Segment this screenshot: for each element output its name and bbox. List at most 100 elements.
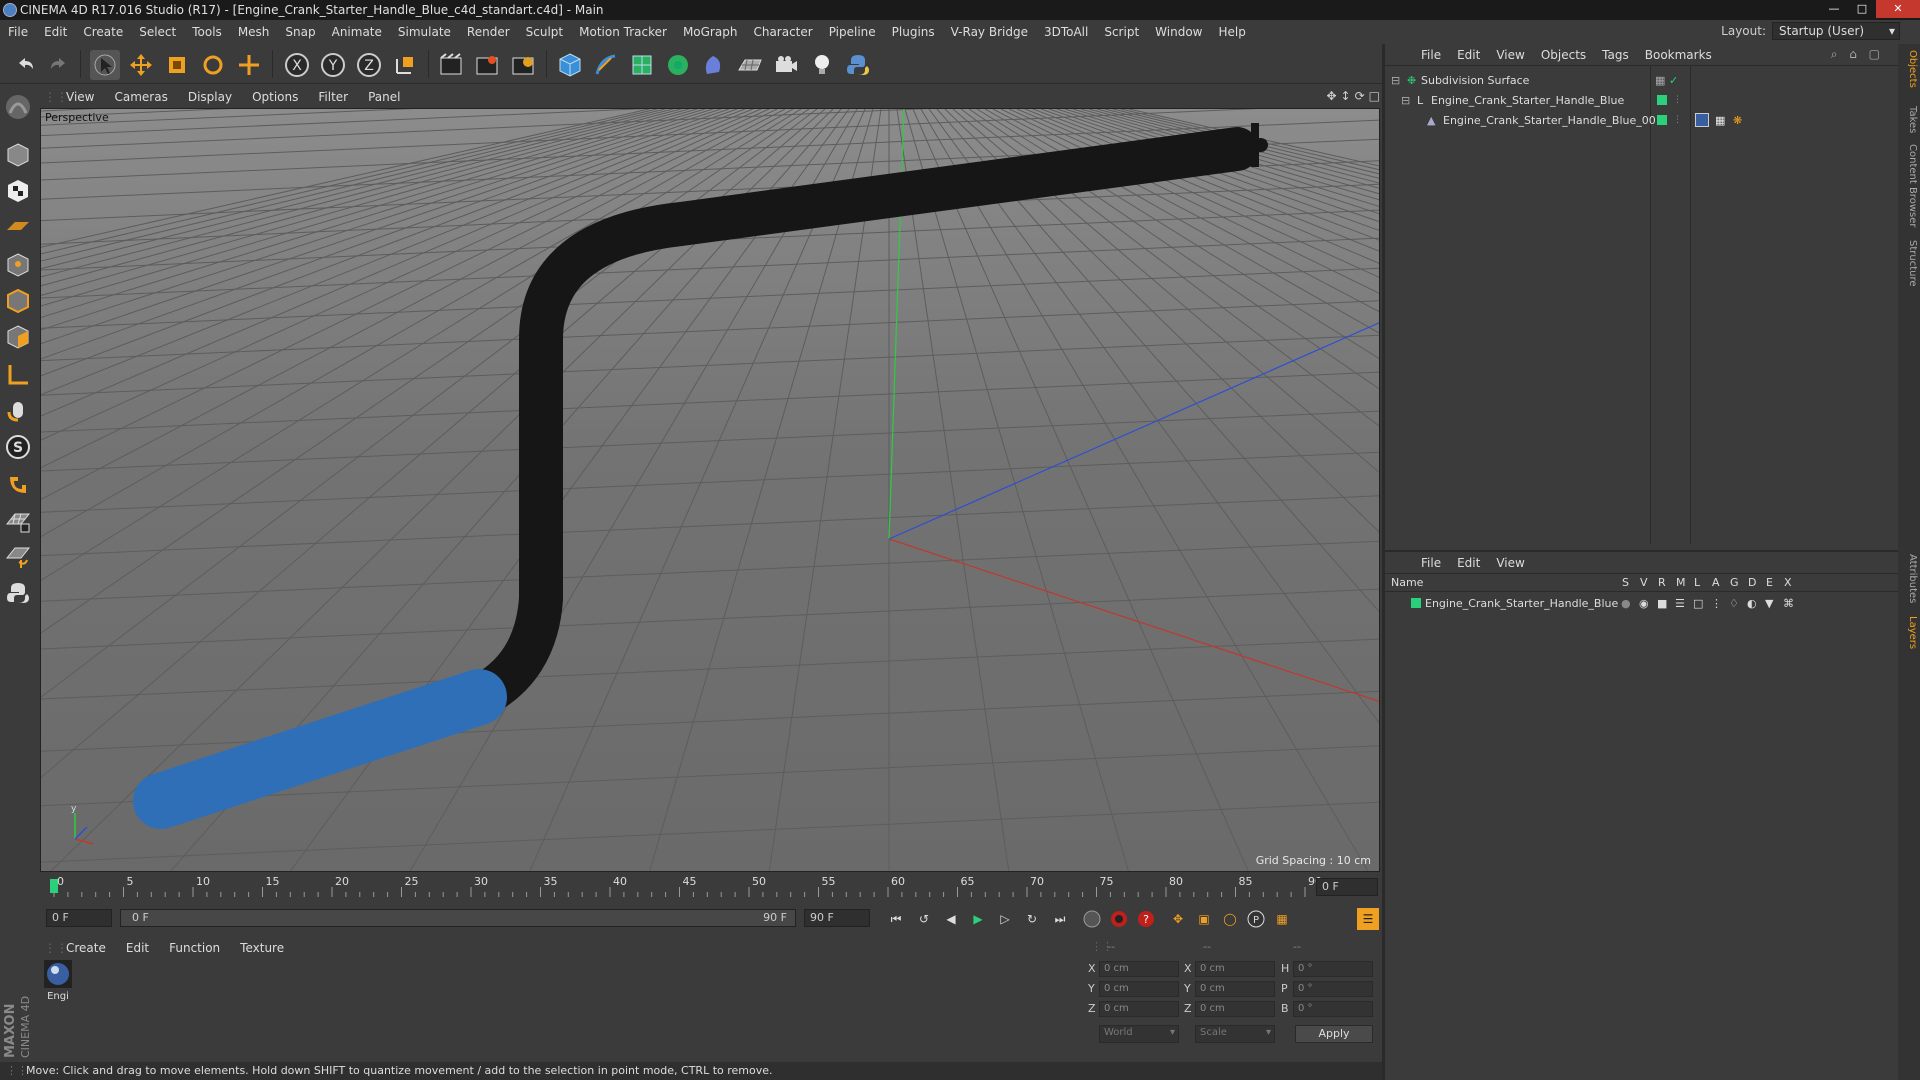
move-icon[interactable] xyxy=(126,50,156,80)
menu-plugins[interactable]: Plugins xyxy=(884,25,943,39)
layout-dropdown[interactable]: Startup (User) ▾ xyxy=(1772,22,1900,40)
object-row[interactable]: ⊟ ❉ Subdivision Surface ▦ ✓ xyxy=(1385,71,1898,90)
menu-3dtoall[interactable]: 3DToAll xyxy=(1036,25,1096,39)
axis-icon[interactable] xyxy=(3,360,33,390)
model-mode-icon[interactable] xyxy=(3,140,33,170)
edges-mode-icon[interactable] xyxy=(3,286,33,316)
size-y-field[interactable]: 0 cm xyxy=(1195,981,1275,997)
objects-menu-edit[interactable]: Edit xyxy=(1449,48,1488,62)
z-axis-icon[interactable]: Z xyxy=(354,50,384,80)
menu-animate[interactable]: Animate xyxy=(324,25,390,39)
start-frame-field[interactable]: 0 F xyxy=(46,909,112,927)
key-pla-icon[interactable]: ▦ xyxy=(1271,908,1293,930)
visibility-dots-icon[interactable]: ⋮ xyxy=(1673,111,1682,130)
column-deformers[interactable]: D xyxy=(1748,576,1756,589)
pos-x-field[interactable]: 0 cm xyxy=(1099,961,1179,977)
previous-frame-icon[interactable]: ◀ xyxy=(940,908,962,930)
column-view[interactable]: V xyxy=(1640,576,1648,589)
tweak-icon[interactable] xyxy=(3,396,33,426)
python-icon[interactable] xyxy=(3,578,33,608)
viewport-menu-cameras[interactable]: Cameras xyxy=(104,90,177,104)
objects-toolbar-icons[interactable]: ⌕ ⌂ ▢ xyxy=(1831,47,1884,62)
menu-sculpt[interactable]: Sculpt xyxy=(518,25,571,39)
previous-key-icon[interactable]: ↺ xyxy=(913,908,935,930)
minimize-button[interactable]: — xyxy=(1820,0,1848,18)
viewport-zoom-icon[interactable]: ↕ xyxy=(1341,89,1351,103)
menu-vray-bridge[interactable]: V-Ray Bridge xyxy=(943,25,1036,39)
rot-b-field[interactable]: 0 ° xyxy=(1293,1001,1373,1017)
rotate-icon[interactable] xyxy=(198,50,228,80)
solo-icon[interactable]: S xyxy=(3,432,33,462)
select-arrow-icon[interactable] xyxy=(90,50,120,80)
key-scale-icon[interactable]: ▣ xyxy=(1193,908,1215,930)
play-icon[interactable]: ▶ xyxy=(967,908,989,930)
deformer-icon[interactable] xyxy=(699,50,729,80)
points-mode-icon[interactable] xyxy=(3,250,33,280)
menu-help[interactable]: Help xyxy=(1210,25,1253,39)
viewport-menu-display[interactable]: Display xyxy=(178,90,242,104)
layer-lock-icon[interactable]: □ xyxy=(1693,594,1703,613)
menu-script[interactable]: Script xyxy=(1096,25,1147,39)
layer-animation-icon[interactable]: ⋮ xyxy=(1711,594,1722,613)
tab-objects[interactable]: Objects xyxy=(1900,50,1918,88)
tab-takes[interactable]: Takes xyxy=(1900,106,1918,133)
column-solo[interactable]: S xyxy=(1622,576,1629,589)
size-mode-dropdown[interactable]: Scale ▾ xyxy=(1195,1025,1275,1043)
pen-icon[interactable] xyxy=(591,50,621,80)
visibility-dots-icon[interactable]: ⋮ xyxy=(1673,91,1682,110)
maximize-button[interactable]: □ xyxy=(1848,0,1876,18)
menu-file[interactable]: File xyxy=(0,25,36,39)
material-menu-create[interactable]: Create xyxy=(56,941,116,955)
tab-layers[interactable]: Layers xyxy=(1900,616,1918,649)
apply-button[interactable]: Apply xyxy=(1295,1025,1373,1043)
pos-y-field[interactable]: 0 cm xyxy=(1099,981,1179,997)
viewport-menu-options[interactable]: Options xyxy=(242,90,308,104)
x-axis-icon[interactable]: X xyxy=(282,50,312,80)
material-menu-texture[interactable]: Texture xyxy=(230,941,294,955)
objects-menu-file[interactable]: File xyxy=(1413,48,1449,62)
make-editable-icon[interactable] xyxy=(3,92,33,122)
polygons-mode-icon[interactable] xyxy=(3,322,33,352)
objects-menu-tags[interactable]: Tags xyxy=(1594,48,1637,62)
material-menu-function[interactable]: Function xyxy=(159,941,230,955)
layer-render-icon[interactable]: ■ xyxy=(1657,594,1667,613)
viewport-maximize-icon[interactable]: □ xyxy=(1369,89,1380,103)
menu-character[interactable]: Character xyxy=(745,25,820,39)
undo-icon[interactable] xyxy=(10,50,40,80)
layer-row[interactable]: Engine_Crank_Starter_Handle_Blue ● ◉ ■ ☰… xyxy=(1385,594,1898,613)
tab-structure[interactable]: Structure xyxy=(1900,240,1918,287)
layer-generators-icon[interactable]: ♢ xyxy=(1729,594,1739,613)
perspective-viewport[interactable]: y Perspective Grid Spacing : 10 cm xyxy=(40,108,1380,872)
floor-icon[interactable] xyxy=(735,50,765,80)
close-button[interactable]: ✕ xyxy=(1876,0,1920,18)
transform-icon[interactable] xyxy=(234,50,264,80)
timeline-window-icon[interactable]: ☰ xyxy=(1357,908,1379,930)
viewport-rotate-icon[interactable]: ⟳ xyxy=(1355,89,1365,103)
menu-tools[interactable]: Tools xyxy=(184,25,230,39)
texture-mode-icon[interactable] xyxy=(3,176,33,206)
next-key-icon[interactable]: ↻ xyxy=(1021,908,1043,930)
collapse-icon[interactable]: ⊟ xyxy=(1401,91,1410,110)
layers-menu-file[interactable]: File xyxy=(1413,556,1449,570)
menu-snap[interactable]: Snap xyxy=(277,25,323,39)
coordinate-mode-dropdown[interactable]: World ▾ xyxy=(1099,1025,1179,1043)
frame-range-slider[interactable]: 0 F 90 F xyxy=(120,909,796,927)
objects-menu-view[interactable]: View xyxy=(1488,48,1532,62)
coordinate-system-icon[interactable] xyxy=(390,50,420,80)
layer-manager-icon[interactable]: ☰ xyxy=(1675,594,1685,613)
current-frame-field[interactable]: 0 F xyxy=(1316,878,1378,896)
timeline-ruler[interactable]: 0 5 10 15 20 25 30 35 40 45 50 55 60 65 70 75 80 85 90 0 F xyxy=(40,875,1380,899)
menu-mesh[interactable]: Mesh xyxy=(230,25,278,39)
column-animation[interactable]: A xyxy=(1712,576,1720,589)
go-to-end-icon[interactable]: ⏭ xyxy=(1049,908,1071,930)
menu-pipeline[interactable]: Pipeline xyxy=(821,25,884,39)
tab-attributes[interactable]: Attributes xyxy=(1900,554,1918,603)
material-tag-icon[interactable] xyxy=(1695,113,1709,127)
menu-simulate[interactable]: Simulate xyxy=(390,25,459,39)
layers-menu-edit[interactable]: Edit xyxy=(1449,556,1488,570)
camera-icon[interactable] xyxy=(771,50,801,80)
menu-mograph[interactable]: MoGraph xyxy=(675,25,746,39)
object-row[interactable]: ⊟ L Engine_Crank_Starter_Handle_Blue ⋮ xyxy=(1385,91,1898,110)
key-position-icon[interactable]: ✥ xyxy=(1167,908,1189,930)
size-x-field[interactable]: 0 cm xyxy=(1195,961,1275,977)
